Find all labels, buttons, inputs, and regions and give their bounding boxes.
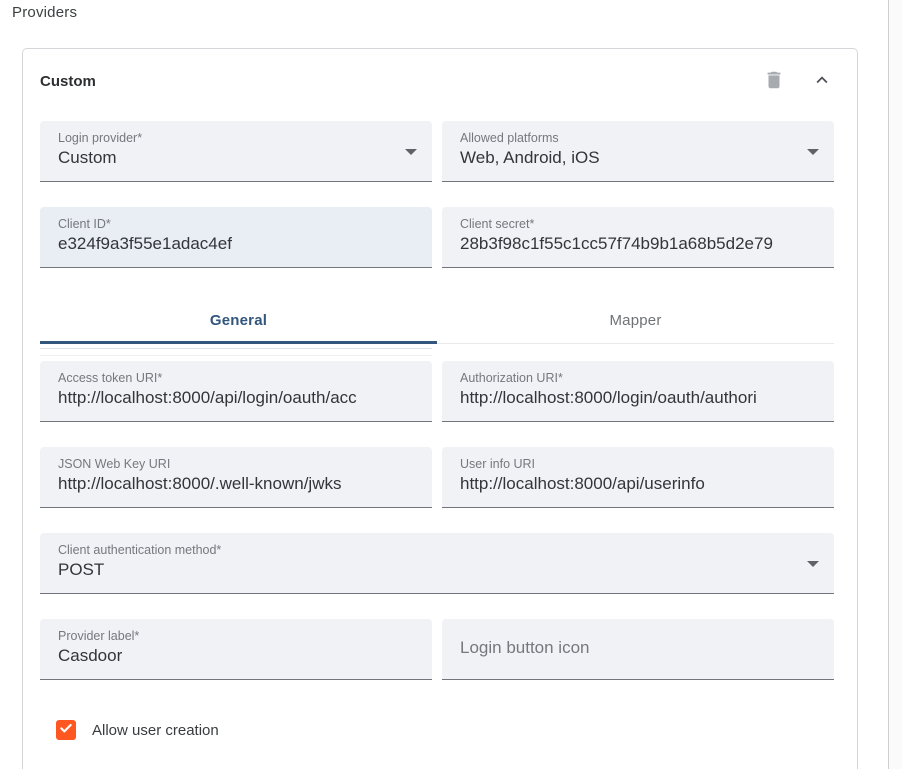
user-info-uri-label: User info URI xyxy=(460,456,794,472)
access-token-uri-value: http://localhost:8000/api/login/oauth/ac… xyxy=(58,386,392,410)
provider-card-title: Custom xyxy=(40,73,762,90)
allow-user-creation-label: Allow user creation xyxy=(92,722,219,739)
page-title: Providers xyxy=(12,4,77,21)
login-provider-label: Login provider* xyxy=(58,130,392,146)
allowed-platforms-value: Web, Android, iOS xyxy=(460,146,794,170)
chevron-down-icon xyxy=(405,149,417,155)
authorization-uri-field[interactable]: Authorization URI* http://localhost:8000… xyxy=(442,361,834,422)
client-auth-method-select[interactable]: Client authentication method* POST xyxy=(40,533,834,594)
client-credentials-row: Client ID* e324f9a3f55e1adac4ef Client s… xyxy=(40,207,834,268)
client-secret-value: 28b3f98c1f55c1cc57f74b9b1a68b5d2e79 xyxy=(460,232,794,256)
login-button-icon-field[interactable]: Login button icon xyxy=(442,619,834,680)
allow-user-creation-row: Allow user creation xyxy=(56,720,834,740)
collapse-card-button[interactable] xyxy=(810,69,834,93)
token-auth-row: Access token URI* http://localhost:8000/… xyxy=(40,361,834,422)
provider-label-label: Provider label* xyxy=(58,628,392,644)
json-web-key-uri-label: JSON Web Key URI xyxy=(58,456,392,472)
auth-method-row: Client authentication method* POST xyxy=(40,533,834,594)
login-button-icon-placeholder: Login button icon xyxy=(460,638,590,658)
tab-general[interactable]: General xyxy=(40,296,437,344)
login-provider-value: Custom xyxy=(58,146,392,170)
provider-label-value: Casdoor xyxy=(58,644,392,668)
trash-icon xyxy=(763,69,785,94)
chevron-down-icon xyxy=(807,149,819,155)
allow-user-creation-checkbox[interactable] xyxy=(56,720,76,740)
login-provider-select[interactable]: Login provider* Custom xyxy=(40,121,432,182)
client-secret-field[interactable]: Client secret* 28b3f98c1f55c1cc57f74b9b1… xyxy=(442,207,834,268)
allowed-platforms-select[interactable]: Allowed platforms Web, Android, iOS xyxy=(442,121,834,182)
provider-platform-row: Login provider* Custom Allowed platforms… xyxy=(40,121,834,182)
client-auth-method-label: Client authentication method* xyxy=(58,542,794,558)
client-id-field[interactable]: Client ID* e324f9a3f55e1adac4ef xyxy=(40,207,432,268)
provider-card: Custom Login provider* Custom Allowed pl… xyxy=(22,48,858,769)
client-id-label: Client ID* xyxy=(58,216,392,232)
provider-tabs: General Mapper xyxy=(40,296,834,344)
delete-provider-button[interactable] xyxy=(762,69,786,93)
user-info-uri-field[interactable]: User info URI http://localhost:8000/api/… xyxy=(442,447,834,508)
tab-mapper[interactable]: Mapper xyxy=(437,296,834,344)
checkmark-icon xyxy=(58,720,74,741)
access-token-uri-field[interactable]: Access token URI* http://localhost:8000/… xyxy=(40,361,432,422)
providers-page: Providers Custom Login provider* Custom xyxy=(0,0,902,769)
client-secret-label: Client secret* xyxy=(460,216,794,232)
json-web-key-uri-value: http://localhost:8000/.well-known/jwks xyxy=(58,472,392,496)
tab-content-divider xyxy=(40,348,432,356)
label-icon-row: Provider label* Casdoor Login button ico… xyxy=(40,619,834,680)
client-id-value: e324f9a3f55e1adac4ef xyxy=(58,232,392,256)
viewport-edge xyxy=(888,0,902,769)
json-web-key-uri-field[interactable]: JSON Web Key URI http://localhost:8000/.… xyxy=(40,447,432,508)
chevron-down-icon xyxy=(807,561,819,567)
authorization-uri-label: Authorization URI* xyxy=(460,370,794,386)
client-auth-method-value: POST xyxy=(58,558,794,582)
chevron-up-icon xyxy=(811,69,833,94)
user-info-uri-value: http://localhost:8000/api/userinfo xyxy=(460,472,794,496)
access-token-uri-label: Access token URI* xyxy=(58,370,392,386)
provider-label-field[interactable]: Provider label* Casdoor xyxy=(40,619,432,680)
authorization-uri-value: http://localhost:8000/login/oauth/author… xyxy=(460,386,794,410)
allowed-platforms-label: Allowed platforms xyxy=(460,130,794,146)
jwks-userinfo-row: JSON Web Key URI http://localhost:8000/.… xyxy=(40,447,834,508)
card-header: Custom xyxy=(40,66,834,96)
